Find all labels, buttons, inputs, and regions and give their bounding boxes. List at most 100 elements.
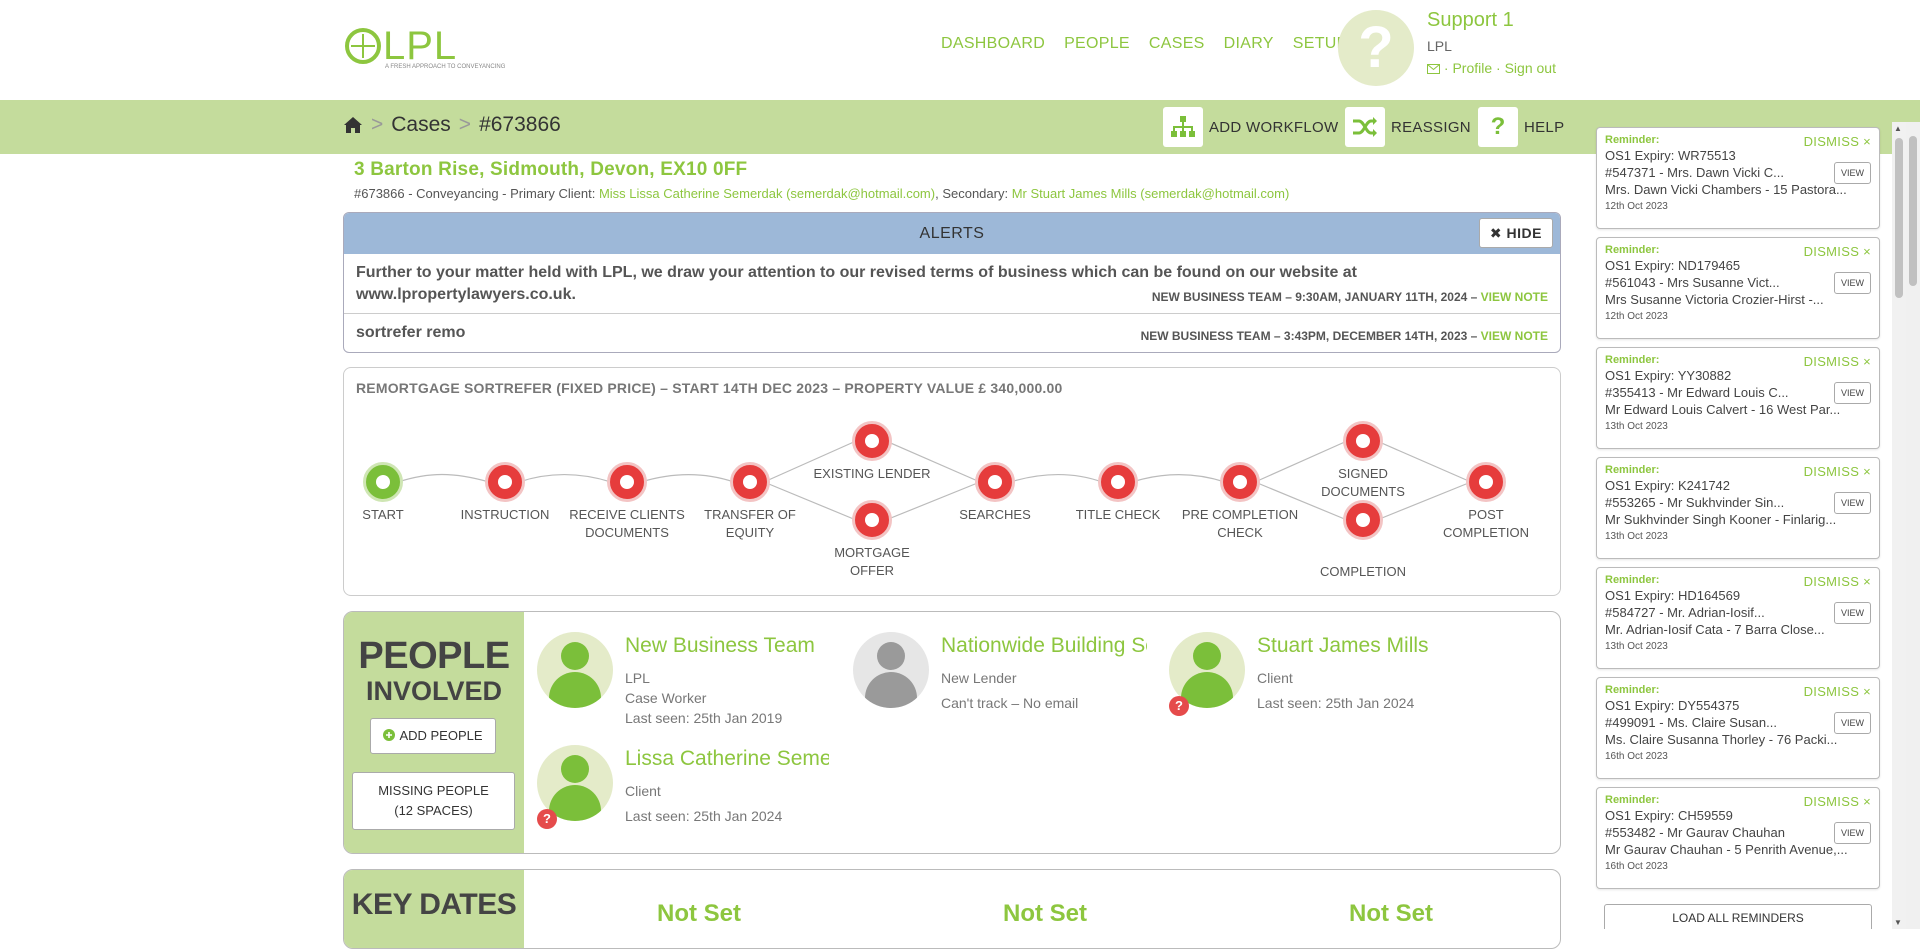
- node-label: TRANSFER OF EQUITY: [704, 507, 796, 540]
- home-icon[interactable]: [343, 116, 363, 134]
- nav-dashboard[interactable]: DASHBOARD: [941, 35, 1045, 53]
- view-button[interactable]: VIEW: [1833, 162, 1871, 184]
- person-card[interactable]: New Business Team LPL Case Worker Last s…: [537, 632, 837, 726]
- reminder-line: OS1 Expiry: K241742: [1605, 478, 1731, 493]
- step-icon: [1356, 434, 1370, 448]
- reminder-date: 12th Oct 2023: [1605, 201, 1668, 212]
- dismiss-button[interactable]: DISMISS ×: [1804, 574, 1871, 589]
- reminder-card: Reminder: DISMISS × OS1 Expiry: DY554375…: [1596, 677, 1880, 779]
- people-title: PEOPLE INVOLVED: [344, 637, 524, 707]
- view-note-link[interactable]: VIEW NOTE: [1481, 290, 1548, 304]
- profile-link[interactable]: Profile: [1452, 60, 1492, 76]
- dismiss-button[interactable]: DISMISS ×: [1804, 464, 1871, 479]
- node-label: SEARCHES: [959, 507, 1031, 522]
- workflow-node-signed-documents[interactable]: [1343, 421, 1383, 461]
- view-button[interactable]: VIEW: [1833, 492, 1871, 514]
- nav-diary[interactable]: DIARY: [1224, 35, 1274, 53]
- scroll-down-icon[interactable]: ▼: [1894, 918, 1902, 927]
- person-name[interactable]: Nationwide Building Society: [941, 634, 1147, 658]
- alert-item: sortrefer remo NEW BUSINESS TEAM – 3:43P…: [344, 314, 1560, 352]
- dismiss-button[interactable]: DISMISS ×: [1804, 354, 1871, 369]
- node-label: START: [362, 507, 404, 522]
- dismiss-label: DISMISS: [1803, 354, 1860, 369]
- load-all-reminders-button[interactable]: LOAD ALL REMINDERS: [1604, 904, 1872, 929]
- question-badge-icon: ?: [537, 809, 557, 829]
- step-icon: [743, 475, 757, 489]
- view-note-link[interactable]: VIEW NOTE: [1481, 329, 1548, 343]
- workflow-node-pre-completion[interactable]: [1220, 462, 1260, 502]
- reminder-card: Reminder: DISMISS × OS1 Expiry: K241742 …: [1596, 457, 1880, 559]
- dismiss-button[interactable]: DISMISS ×: [1804, 134, 1871, 149]
- person-card[interactable]: Nationwide Building Society New Lender C…: [853, 632, 1153, 722]
- view-button[interactable]: VIEW: [1833, 602, 1871, 624]
- workflow-node-start[interactable]: [363, 462, 403, 502]
- person-card[interactable]: ? Lissa Catherine Semerdak Client Last s…: [537, 745, 837, 835]
- help-button[interactable]: ? HELP: [1478, 106, 1564, 148]
- person-name[interactable]: Lissa Catherine Semerdak: [625, 747, 829, 771]
- nav-cases[interactable]: CASES: [1149, 35, 1205, 53]
- step-icon: [988, 475, 1002, 489]
- workflow-node-instruction[interactable]: [485, 462, 525, 502]
- dismiss-button[interactable]: DISMISS ×: [1804, 244, 1871, 259]
- hide-alerts-button[interactable]: ✖ HIDE: [1478, 218, 1553, 248]
- close-icon: ×: [1863, 354, 1871, 369]
- workflow-node-searches[interactable]: [975, 462, 1015, 502]
- page-scrollbar[interactable]: [1906, 122, 1920, 929]
- view-button[interactable]: VIEW: [1833, 822, 1871, 844]
- close-icon: ×: [1863, 244, 1871, 259]
- close-icon: ✖: [1489, 225, 1503, 241]
- workflow-node-post-completion[interactable]: [1466, 462, 1506, 502]
- view-button[interactable]: VIEW: [1833, 712, 1871, 734]
- breadcrumb-cases[interactable]: Cases: [391, 113, 451, 137]
- nav-people[interactable]: PEOPLE: [1064, 35, 1130, 53]
- person-name[interactable]: Stuart James Mills: [1257, 634, 1467, 658]
- workflow-node-existing-lender[interactable]: [852, 421, 892, 461]
- dismiss-button[interactable]: DISMISS ×: [1804, 794, 1871, 809]
- link-sep: ·: [1496, 60, 1501, 76]
- key-date-value[interactable]: Not Set: [1349, 900, 1433, 928]
- workflow-node-mortgage-offer[interactable]: [852, 500, 892, 540]
- reminder-line: #584727 - Mr. Adrian-Iosif...: [1605, 605, 1765, 620]
- reminders-panel: Reminder: DISMISS × OS1 Expiry: WR75513 …: [1594, 122, 1886, 929]
- reminder-line: #547371 - Mrs. Dawn Vicki C...: [1605, 165, 1784, 180]
- envelope-icon[interactable]: [1427, 64, 1440, 74]
- reminder-date: 16th Oct 2023: [1605, 751, 1668, 762]
- reassign-button[interactable]: REASSIGN: [1345, 106, 1471, 148]
- node-label: EXISTING LENDER: [813, 466, 931, 481]
- reminder-line: #553482 - Mr Gaurav Chauhan: [1605, 825, 1785, 840]
- missing-people-button[interactable]: MISSING PEOPLE (12 SPACES): [352, 772, 515, 830]
- workflow-node-title-check[interactable]: [1098, 462, 1138, 502]
- scroll-up-icon[interactable]: ▲: [1894, 124, 1902, 133]
- step-icon: [620, 475, 634, 489]
- lpl-logo[interactable]: LPL A FRESH APPROACH TO CONVEYANCING: [345, 24, 505, 70]
- workflow-node-completion[interactable]: [1343, 500, 1383, 540]
- view-button[interactable]: VIEW: [1833, 382, 1871, 404]
- reminder-line: #553265 - Mr Sukhvinder Sin...: [1605, 495, 1785, 510]
- signout-link[interactable]: Sign out: [1505, 60, 1556, 76]
- page-scrollbar-thumb[interactable]: [1909, 136, 1917, 286]
- primary-client-link[interactable]: Miss Lissa Catherine Semerdak (semerdak@…: [599, 186, 935, 201]
- dismiss-button[interactable]: DISMISS ×: [1804, 684, 1871, 699]
- node-label: SIGNED DOCUMENTS: [1321, 466, 1405, 499]
- key-date-value[interactable]: Not Set: [657, 900, 741, 928]
- person-line: Client: [625, 783, 661, 799]
- add-workflow-button[interactable]: ADD WORKFLOW: [1163, 106, 1338, 148]
- reminder-line: #561043 - Mrs Susanne Vict...: [1605, 275, 1780, 290]
- person-card[interactable]: ? Stuart James Mills Client Last seen: 2…: [1169, 632, 1469, 722]
- secondary-client-link[interactable]: Mr Stuart James Mills (semerdak@hotmail.…: [1012, 186, 1290, 201]
- key-dates-side: KEY DATES: [344, 870, 524, 948]
- workflow-node-transfer-equity[interactable]: [730, 462, 770, 502]
- person-name[interactable]: New Business Team: [625, 634, 835, 658]
- view-button[interactable]: VIEW: [1833, 272, 1871, 294]
- logo-text: LPL: [383, 24, 458, 68]
- step-icon: [1479, 475, 1493, 489]
- add-people-button[interactable]: ADD PEOPLE: [370, 718, 496, 754]
- reminders-scrollbar[interactable]: ▲ ▼: [1892, 122, 1906, 929]
- reminder-line: Mr Gaurav Chauhan - 5 Penrith Avenue,...: [1605, 842, 1848, 857]
- scrollbar-thumb[interactable]: [1895, 138, 1903, 298]
- workflow-node-receive-documents[interactable]: [607, 462, 647, 502]
- key-date-value[interactable]: Not Set: [1003, 900, 1087, 928]
- breadcrumb-sep: >: [458, 113, 472, 136]
- plus-circle-icon: [383, 729, 396, 741]
- missing-people-count: (12 SPACES): [394, 803, 473, 818]
